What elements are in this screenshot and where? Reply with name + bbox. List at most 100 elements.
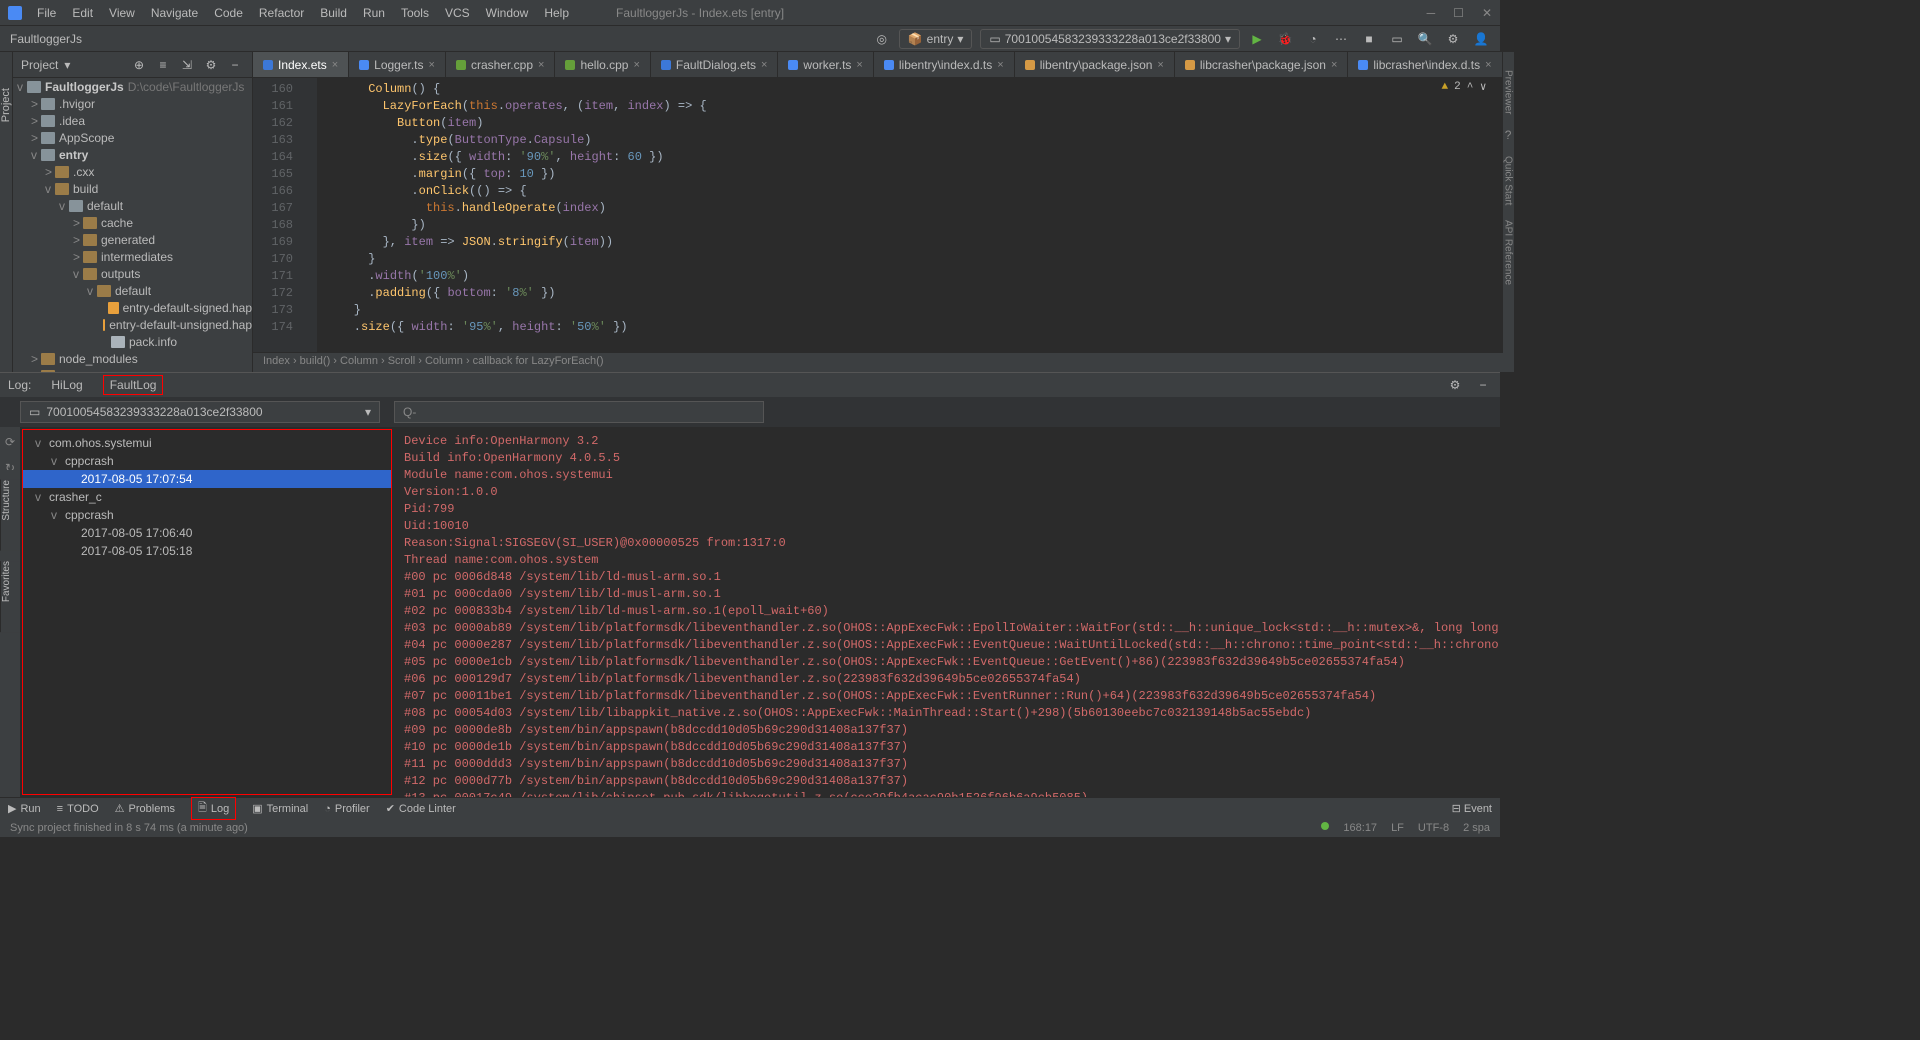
tree-item[interactable]: vdefault (13, 197, 252, 214)
crosshair-icon[interactable]: ⊕ (130, 56, 148, 74)
fault-tree-item[interactable]: vcrasher_c (23, 488, 391, 506)
editor-tab[interactable]: libentry\package.json× (1015, 52, 1175, 77)
fault-tree-item[interactable]: 2017-08-05 17:05:18 (23, 542, 391, 560)
fault-tree-item[interactable]: vcppcrash (23, 506, 391, 524)
project-tool-tab[interactable]: Project (0, 82, 12, 128)
tree-item[interactable]: >.idea (13, 112, 252, 129)
notifications-icon[interactable]: 👤 (1472, 30, 1490, 48)
attach-icon[interactable]: ⋯ (1332, 30, 1350, 48)
fault-tree-item[interactable]: 2017-08-05 17:06:40 (23, 524, 391, 542)
gear-icon[interactable]: ⚙ (202, 56, 220, 74)
fault-tree-item[interactable]: 2017-08-05 17:07:54 (23, 470, 391, 488)
menu-window[interactable]: Window (479, 3, 536, 23)
editor-tab[interactable]: FaultDialog.ets× (651, 52, 778, 77)
editor-tab[interactable]: Index.ets× (253, 52, 349, 77)
tree-item[interactable]: >src (13, 367, 252, 372)
code-editor[interactable]: ▲2 ^ ∨ 160161162163164165166167168169170… (253, 78, 1503, 352)
bottom-profiler[interactable]: ◔ Profiler (324, 803, 370, 815)
tree-item[interactable]: >cache (13, 214, 252, 231)
run-config-device[interactable]: ▭ 70010054583239333228a013ce2f33800 ▾ (980, 29, 1240, 49)
run-icon[interactable]: ▶ (1248, 30, 1266, 48)
bottom-log[interactable]: 🗎 Log (191, 797, 236, 820)
fault-tree[interactable]: vcom.ohos.systemuivcppcrash2017-08-05 17… (22, 429, 392, 795)
log-tab-faultlog[interactable]: FaultLog (103, 375, 164, 395)
fault-tree-item[interactable]: vcom.ohos.systemui (23, 434, 391, 452)
menu-run[interactable]: Run (356, 3, 392, 23)
editor-tab[interactable]: Logger.ts× (349, 52, 446, 77)
caret-position[interactable]: 168:17 (1343, 822, 1377, 834)
menu-help[interactable]: Help (537, 3, 576, 23)
search-icon[interactable]: 🔍 (1416, 30, 1434, 48)
editor-tab[interactable]: hello.cpp× (555, 52, 650, 77)
tree-item[interactable]: >node_modules (13, 350, 252, 367)
tree-item[interactable]: vdefault (13, 282, 252, 299)
menu-code[interactable]: Code (207, 3, 250, 23)
expand-icon[interactable]: ⇲ (178, 56, 196, 74)
log-settings-icon[interactable]: ⚙ (1446, 376, 1464, 394)
project-breadcrumb[interactable]: FaultloggerJs (10, 32, 82, 46)
fault-output[interactable]: Device info:OpenHarmony 3.2 Build info:O… (394, 427, 1500, 797)
file-encoding[interactable]: UTF-8 (1418, 822, 1449, 834)
hide-icon[interactable]: − (226, 56, 244, 74)
menu-edit[interactable]: Edit (65, 3, 100, 23)
log-tab-hilog[interactable]: HiLog (45, 375, 88, 395)
device-icon[interactable]: ▭ (1388, 30, 1406, 48)
collapse-icon[interactable]: ≡ (154, 56, 172, 74)
menu-refactor[interactable]: Refactor (252, 3, 311, 23)
tree-item[interactable]: voutputs (13, 265, 252, 282)
bottom-code-linter[interactable]: ✔ Code Linter (386, 802, 456, 815)
menu-view[interactable]: View (102, 3, 142, 23)
run-config-module[interactable]: 📦 entry ▾ (899, 29, 973, 49)
menu-vcs[interactable]: VCS (438, 3, 477, 23)
tree-item[interactable]: vbuild (13, 180, 252, 197)
quick-start-tab[interactable]: Quick Start (1503, 156, 1514, 205)
tree-item[interactable]: >AppScope (13, 129, 252, 146)
menu-build[interactable]: Build (313, 3, 354, 23)
menu-navigate[interactable]: Navigate (144, 3, 205, 23)
settings-icon[interactable]: ⚙ (1444, 30, 1462, 48)
editor-tab[interactable]: libcrasher\package.json× (1175, 52, 1349, 77)
inspection-badge[interactable]: ▲2 ^ ∨ (1441, 80, 1486, 94)
tree-root[interactable]: vFaultloggerJs D:\code\FaultloggerJs (13, 78, 252, 95)
event-log-button[interactable]: ⊟ Event (1452, 802, 1492, 815)
maximize-icon[interactable]: ☐ (1453, 6, 1464, 20)
code-content[interactable]: Column() { LazyForEach(this.operates, (i… (317, 78, 1503, 352)
refresh-icon[interactable]: ⟳ (5, 435, 15, 449)
bottom-problems[interactable]: ⚠ Problems (115, 802, 175, 815)
target-icon[interactable]: ◎ (873, 30, 891, 48)
minimize-icon[interactable]: ─ (1427, 6, 1436, 20)
fault-tree-item[interactable]: vcppcrash (23, 452, 391, 470)
menu-tools[interactable]: Tools (394, 3, 436, 23)
editor-tab[interactable]: libentry\index.d.ts× (874, 52, 1015, 77)
tree-item[interactable]: ventry (13, 146, 252, 163)
tree-item[interactable]: >.hvigor (13, 95, 252, 112)
editor-tab[interactable]: libcrasher\index.d.ts× (1348, 52, 1502, 77)
tree-item[interactable]: entry-default-signed.hap (13, 299, 252, 316)
tree-item[interactable]: >generated (13, 231, 252, 248)
project-tree[interactable]: vFaultloggerJs D:\code\FaultloggerJs>.hv… (13, 78, 252, 372)
log-hide-icon[interactable]: − (1474, 376, 1492, 394)
tree-item[interactable]: >intermediates (13, 248, 252, 265)
line-separator[interactable]: LF (1391, 822, 1404, 834)
tree-item[interactable]: pack.info (13, 333, 252, 350)
tree-item[interactable]: >.cxx (13, 163, 252, 180)
editor-breadcrumb[interactable]: Index › build() › Column › Scroll › Colu… (253, 352, 1503, 372)
previewer-tab[interactable]: Previewer (1503, 70, 1514, 114)
close-icon[interactable]: ✕ (1482, 6, 1492, 20)
favorites-tool-tab[interactable]: Favorites (0, 561, 20, 632)
tree-item[interactable]: entry-default-unsigned.hap (13, 316, 252, 333)
bottom-todo[interactable]: ≡ TODO (57, 803, 99, 815)
structure-tool-tab[interactable]: Structure (0, 480, 20, 551)
api-ref-tab[interactable]: API Reference (1503, 220, 1514, 285)
log-device-dropdown[interactable]: ▭ 70010054583239333228a013ce2f33800▾ (20, 401, 380, 423)
profile-icon[interactable]: ◔ (1304, 30, 1322, 48)
bottom-run[interactable]: ▶ Run (8, 802, 41, 815)
editor-tab[interactable]: crasher.cpp× (446, 52, 555, 77)
menu-file[interactable]: File (30, 3, 63, 23)
faq-icon[interactable]: ? (1505, 128, 1512, 142)
editor-tab[interactable]: worker.ts× (778, 52, 873, 77)
bottom-terminal[interactable]: ▣ Terminal (252, 802, 308, 815)
log-search-input[interactable]: Q- (394, 401, 764, 423)
stop-icon[interactable]: ■ (1360, 30, 1378, 48)
indent-setting[interactable]: 2 spa (1463, 822, 1490, 834)
